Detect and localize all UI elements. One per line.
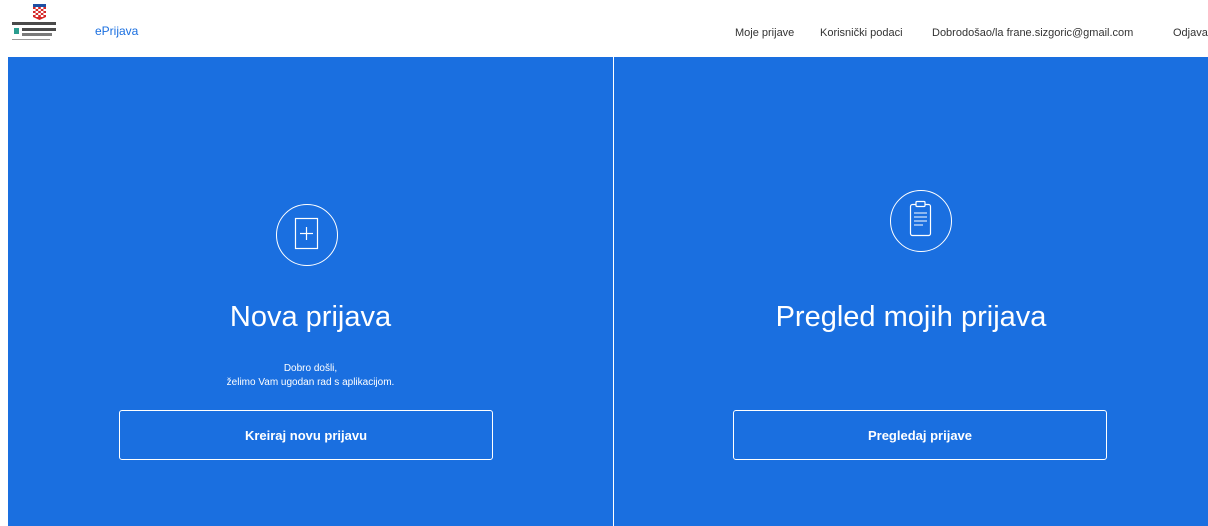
nav-user-data[interactable]: Korisnički podaci bbox=[820, 27, 903, 39]
logo-text-line bbox=[12, 22, 56, 25]
croatian-coat-of-arms-icon bbox=[33, 4, 46, 20]
welcome-line-1: Dobro došli, bbox=[283, 363, 338, 374]
document-plus-icon bbox=[276, 204, 338, 266]
my-applications-title: Pregled mojih prijava bbox=[775, 301, 1047, 333]
clipboard-icon bbox=[890, 190, 952, 252]
nav-welcome-user[interactable]: Dobrodošao/la frane.sizgoric@gmail.com bbox=[932, 27, 1133, 39]
new-application-panel: Nova prijava Dobro došli, želimo Vam ugo… bbox=[8, 57, 613, 526]
nav-my-applications[interactable]: Moje prijave bbox=[735, 27, 794, 39]
new-application-title: Nova prijava bbox=[229, 301, 392, 333]
view-applications-button[interactable]: Pregledaj prijave bbox=[733, 410, 1107, 460]
main-nav: Moje prijave Korisnički podaci Dobrodoša… bbox=[0, 27, 1208, 43]
top-navigation-bar: ePrijava Moje prijave Korisnički podaci … bbox=[0, 0, 1208, 57]
welcome-line-2: želimo Vam ugodan rad s aplikacijom. bbox=[226, 377, 395, 388]
my-applications-panel: Pregled mojih prijava Pregledaj prijave bbox=[614, 57, 1208, 526]
nav-logout[interactable]: Odjava bbox=[1173, 27, 1208, 39]
create-new-application-button[interactable]: Kreiraj novu prijavu bbox=[119, 410, 493, 460]
